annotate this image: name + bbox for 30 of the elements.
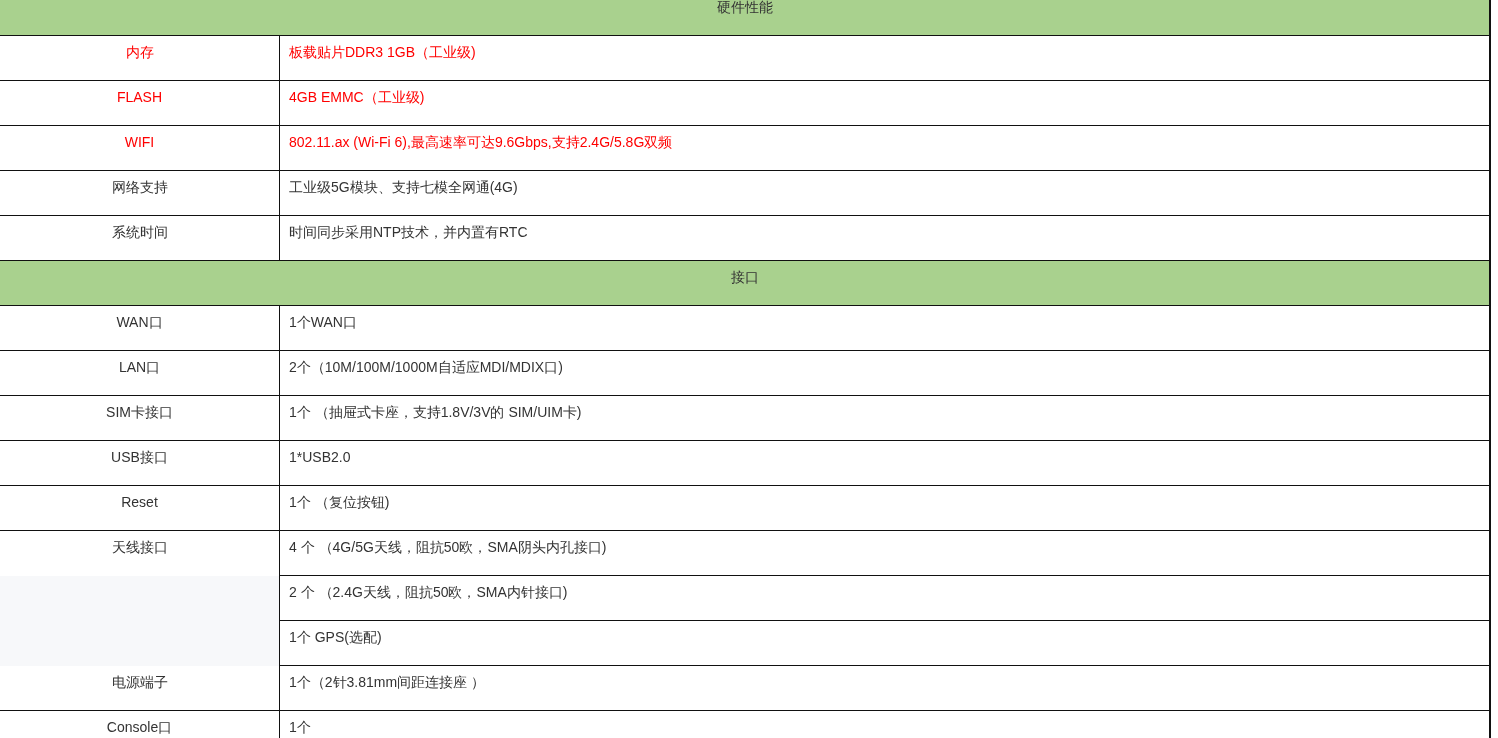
spec-label: SIM卡接口 [106,404,173,420]
spec-value: 4GB EMMC（工业级) [289,89,425,105]
spec-value: 2个（10M/100M/1000M自适应MDI/MDIX口) [289,359,563,375]
spec-label: LAN口 [118,359,161,375]
spec-value: 1个 [289,719,311,735]
spec-label: 网络支持 [111,179,168,195]
spec-label: WAN口 [116,314,163,330]
spec-value: 工业级5G模块、支持七模全网通(4G) [289,179,518,195]
spec-value: 板载贴片DDR3 1GB（工业级) [289,44,476,60]
spec-value: 1个 （抽屉式卡座，支持1.8V/3V的 SIM/UIM卡) [289,404,582,420]
spec-label: FLASH [116,89,163,105]
spec-value: 2 个 （2.4G天线，阻抗50欧，SMA内针接口) [289,584,568,600]
spec-label: Reset [121,494,158,510]
section-header-text: 接口 [730,269,759,285]
spec-value: 1*USB2.0 [289,449,351,465]
spec-label: Console口 [106,719,173,735]
spec-label: USB接口 [111,449,168,465]
spec-label: 系统时间 [111,224,168,240]
spec-value: 4 个 （4G/5G天线，阻抗50欧，SMA阴头内孔接口) [289,539,607,555]
section-header-text: 硬件性能 [716,0,773,15]
spec-value: 1个 （复位按钮) [289,494,390,510]
spec-label: 天线接口 [111,539,168,555]
spec-value: 802.11.ax (Wi-Fi 6),最高速率可达9.6Gbps,支持2.4G/5.8G双频 [289,134,673,150]
spec-value: 1个（2针3.81mm间距连接座 ） [289,674,486,690]
spec-value: 时间同步采用NTP技术，并内置有RTC [289,224,528,240]
spec-value: 1个 GPS(选配) [289,629,382,645]
spec-label: WIFI [124,134,155,150]
spec-label: 电源端子 [111,674,168,690]
spec-value: 1个WAN口 [289,314,357,330]
spec-label: 内存 [125,44,154,60]
